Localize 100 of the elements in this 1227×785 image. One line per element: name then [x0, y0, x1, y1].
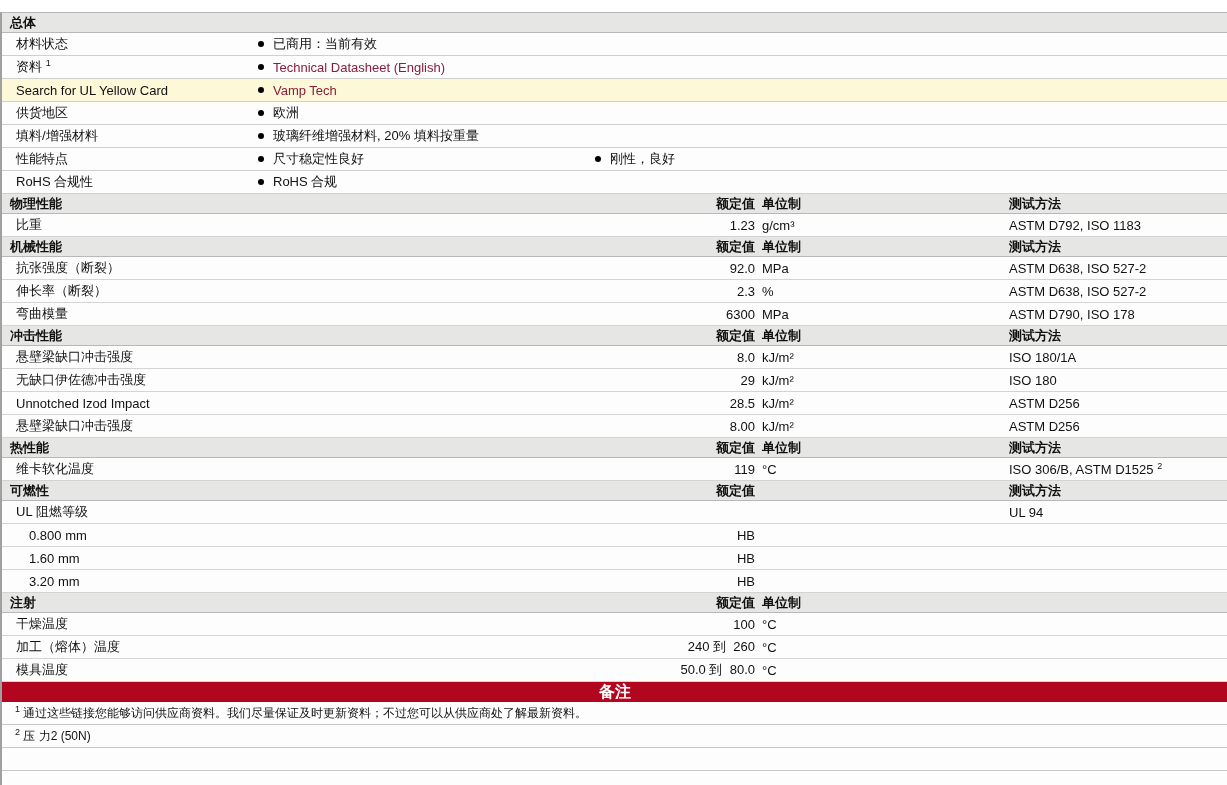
- property-value: 119: [734, 461, 755, 477]
- test-method: ISO 306/B, ASTM D1525 $^{2}$: [1009, 462, 1163, 478]
- column-heading: 测试方法: [1009, 439, 1061, 455]
- property-label: 弯曲模量: [16, 306, 68, 321]
- bullet-icon: [258, 110, 264, 116]
- column-heading: 额定值: [716, 327, 755, 343]
- property-label: 材料状态: [15, 35, 69, 53]
- unit-text: MPa: [762, 260, 789, 276]
- property-value: 刚性，良好: [610, 150, 675, 168]
- footnote-text: $^{2}$ 压 力2 (50N): [15, 727, 91, 745]
- property-value: RoHS 合规: [273, 173, 338, 191]
- section-title: 物理性能: [9, 194, 63, 213]
- test-method: ASTM D256: [1009, 418, 1080, 434]
- section-title: 注射: [9, 593, 37, 612]
- property-value: 50.0 到 80.0: [680, 662, 755, 677]
- unit-text: kJ/m²: [762, 395, 794, 411]
- datasheet-link[interactable]: Vamp Tech: [273, 82, 337, 98]
- property-label: 资料 $^{1}$: [15, 57, 52, 77]
- property-label: 抗张强度（断裂）: [16, 260, 120, 275]
- property-label: 悬壁梁缺口冲击强度: [16, 418, 133, 433]
- bullet-icon: [258, 156, 264, 162]
- test-method: ASTM D256: [1009, 395, 1080, 411]
- bullet-icon: [258, 64, 264, 70]
- property-label: 1.60 mm: [29, 550, 80, 566]
- column-heading: 测试方法: [1009, 195, 1061, 211]
- property-value: HB: [736, 573, 755, 589]
- unit-text: °C: [762, 616, 777, 632]
- column-heading: 额定值: [716, 482, 755, 498]
- property-value: 8.0: [736, 349, 755, 365]
- section-title: 热性能: [9, 438, 50, 457]
- property-label: 加工（熔体）温度: [16, 639, 120, 654]
- property-value: 欧洲: [273, 104, 299, 122]
- test-method: UL 94: [1009, 504, 1044, 520]
- property-value: 2.3: [736, 283, 755, 299]
- unit-text: °C: [762, 662, 777, 678]
- property-value: 92.0: [729, 260, 755, 276]
- test-method: ASTM D638, ISO 527-2: [1009, 283, 1147, 299]
- test-method: ASTM D638, ISO 527-2: [1009, 260, 1147, 276]
- datasheet-link[interactable]: Technical Datasheet (English): [273, 59, 445, 75]
- property-value: 28.5: [729, 395, 755, 411]
- notes-title: 备注: [598, 681, 631, 702]
- property-label: Search for UL Yellow Card: [15, 82, 169, 98]
- column-heading: 单位制: [762, 439, 801, 455]
- unit-text: g/cm³: [762, 217, 795, 233]
- property-value: 尺寸稳定性良好: [273, 150, 364, 168]
- unit-text: MPa: [762, 306, 789, 322]
- property-label: 3.20 mm: [29, 573, 80, 589]
- property-label: 干燥温度: [16, 616, 68, 631]
- test-method: ISO 180/1A: [1009, 349, 1077, 365]
- column-heading: 额定值: [716, 594, 755, 610]
- column-heading: 测试方法: [1009, 238, 1061, 254]
- unit-text: °C: [762, 639, 777, 655]
- unit-text: %: [762, 283, 774, 299]
- bullet-icon: [258, 41, 264, 47]
- footnote-text: $^{1}$ 通过这些链接您能够访问供应商资料。我们尽量保证及时更新资料；不过您可以从供应商处了解最新资料。: [15, 704, 588, 722]
- property-label: 性能特点: [15, 150, 69, 168]
- property-label: 填料/增强材料: [15, 127, 99, 145]
- property-value: 29: [740, 372, 755, 388]
- property-label: UL 阻燃等级: [16, 504, 88, 519]
- column-heading: 测试方法: [1009, 327, 1061, 343]
- column-heading: 单位制: [762, 594, 801, 610]
- property-value: 已商用：当前有效: [273, 35, 377, 53]
- column-heading: 额定值: [716, 195, 755, 211]
- property-label: 无缺口伊佐德冲击强度: [16, 372, 146, 387]
- section-title: 冲击性能: [9, 326, 63, 345]
- property-value: 6300: [726, 306, 755, 322]
- property-value: 玻璃纤维增强材料, 20% 填料按重量: [273, 127, 479, 145]
- bullet-icon: [258, 87, 264, 93]
- property-label: 模具温度: [16, 662, 68, 677]
- property-value: 240 到 260: [687, 639, 755, 654]
- unit-text: °C: [762, 461, 777, 477]
- property-value: 8.00: [729, 418, 755, 434]
- section-title: 可燃性: [9, 481, 50, 500]
- bullet-icon: [595, 156, 601, 162]
- bullet-icon: [258, 179, 264, 185]
- section-title: 机械性能: [8, 237, 63, 256]
- property-label: 比重: [16, 217, 42, 232]
- property-label: Unnotched Izod Impact: [16, 395, 150, 411]
- section-title: 总体: [8, 13, 36, 32]
- test-method: ASTM D790, ISO 178: [1009, 306, 1135, 322]
- unit-text: kJ/m²: [762, 372, 794, 388]
- column-heading: 单位制: [762, 327, 801, 343]
- property-label: 供货地区: [15, 104, 69, 122]
- column-heading: 单位制: [762, 238, 801, 254]
- property-value: HB: [736, 550, 755, 566]
- column-heading: 测试方法: [1009, 482, 1061, 498]
- unit-text: kJ/m²: [762, 349, 794, 365]
- column-heading: 额定值: [716, 439, 755, 455]
- test-method: ISO 180: [1009, 372, 1057, 388]
- property-value: 100: [733, 616, 755, 632]
- property-label: RoHS 合规性: [15, 173, 95, 191]
- property-value: HB: [736, 527, 755, 543]
- column-heading: 单位制: [762, 195, 801, 211]
- property-label: 维卡软化温度: [16, 461, 94, 476]
- test-method: ASTM D792, ISO 1183: [1009, 217, 1141, 233]
- column-heading: 额定值: [716, 238, 755, 254]
- bullet-icon: [258, 133, 264, 139]
- property-label: 悬壁梁缺口冲击强度: [16, 349, 133, 364]
- property-label: 伸长率（断裂）: [16, 283, 107, 298]
- property-label: 0.800 mm: [29, 527, 87, 543]
